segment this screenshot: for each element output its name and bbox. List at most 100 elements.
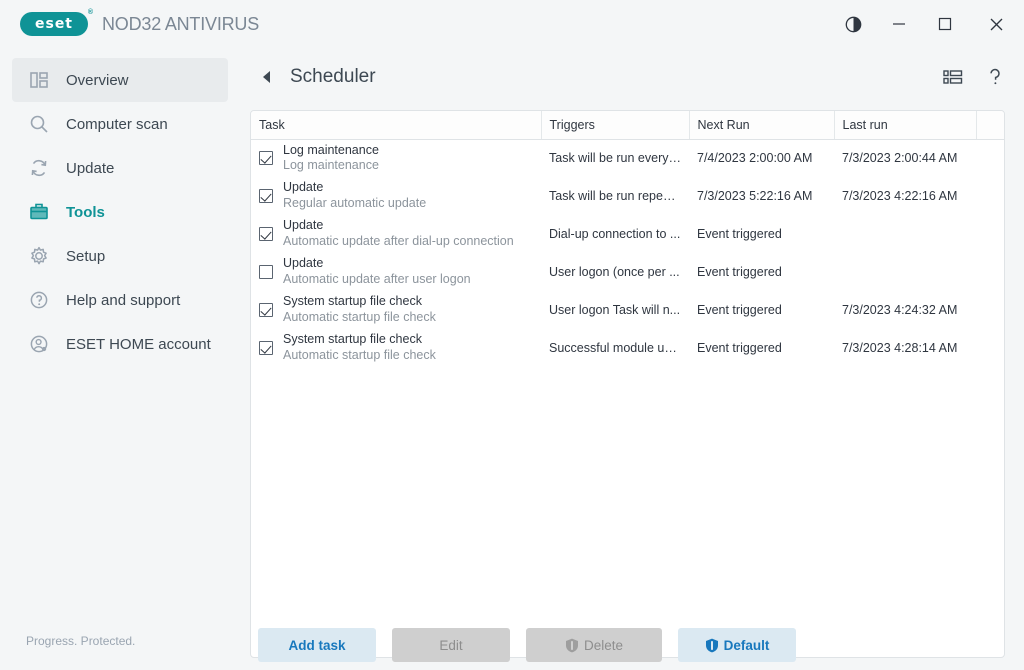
content-header: Scheduler [240, 48, 1024, 106]
last-run-cell [834, 253, 976, 291]
default-button[interactable]: Default [678, 628, 796, 662]
scheduler-table: Task Triggers Next Run Last run Log main… [250, 110, 1005, 658]
sidebar: Overview Computer scan Update Tools Setu… [0, 48, 240, 670]
task-subtitle: Automatic update after user logon [283, 272, 471, 286]
sidebar-item-help-and-support[interactable]: Help and support [12, 278, 228, 322]
close-icon [990, 18, 1002, 30]
theme-toggle-button[interactable] [830, 0, 876, 48]
sidebar-item-label: Overview [66, 71, 129, 89]
task-cell[interactable]: System startup file check Automatic star… [251, 329, 541, 367]
trigger-cell: User logon (once per ... [549, 265, 680, 279]
default-label: Default [723, 637, 770, 653]
trigger-cell: Task will be run every ... [549, 151, 683, 166]
add-task-button[interactable]: Add task [258, 628, 376, 662]
task-enabled-checkbox[interactable] [259, 227, 273, 241]
minimize-button[interactable] [876, 0, 922, 48]
refresh-icon [26, 155, 52, 181]
task-enabled-checkbox[interactable] [259, 189, 273, 203]
task-enabled-checkbox[interactable] [259, 341, 273, 355]
task-cell[interactable]: Update Regular automatic update [251, 177, 541, 215]
content-area: Scheduler Task Triggers Next Run Last ru… [240, 48, 1024, 670]
layout-list-icon[interactable] [942, 66, 964, 88]
maximize-icon [938, 17, 952, 31]
maximize-button[interactable] [922, 0, 968, 48]
next-run-cell: Event triggered [697, 265, 782, 279]
close-button[interactable] [968, 0, 1024, 48]
table-body: Log maintenance Log maintenance Task wil… [251, 139, 1004, 367]
sidebar-item-label: Update [66, 159, 115, 177]
task-enabled-checkbox[interactable] [259, 265, 273, 279]
sidebar-item-computer-scan[interactable]: Computer scan [12, 102, 228, 146]
back-arrow-icon[interactable] [258, 68, 276, 86]
table-row[interactable]: Update Automatic update after dial-up co… [251, 215, 1004, 253]
table-row[interactable]: System startup file check Automatic star… [251, 291, 1004, 329]
task-subtitle: Automatic startup file check [283, 348, 436, 362]
extra-cell [976, 139, 1004, 177]
sidebar-item-setup[interactable]: Setup [12, 234, 228, 278]
sidebar-item-label: Tools [66, 203, 105, 221]
next-run-cell: 7/3/2023 5:22:16 AM [697, 189, 813, 203]
column-header-last-run[interactable]: Last run [834, 111, 977, 140]
last-run-cell: 7/3/2023 2:00:44 AM [842, 151, 958, 166]
add-task-label: Add task [288, 637, 346, 653]
task-title: Update [283, 218, 324, 233]
sidebar-item-tools[interactable]: Tools [12, 190, 228, 234]
delete-label: Delete [583, 637, 624, 653]
task-cell[interactable]: Log maintenance Log maintenance [251, 139, 541, 177]
table-row[interactable]: Update Automatic update after user logon… [251, 253, 1004, 291]
column-header-next-run[interactable]: Next Run [689, 111, 835, 140]
task-cell[interactable]: System startup file check Automatic star… [251, 291, 541, 329]
last-run-cell: 7/3/2023 4:28:14 AM [842, 341, 958, 355]
extra-cell [976, 291, 1004, 329]
sidebar-item-label: Setup [66, 247, 106, 265]
sidebar-item-overview[interactable]: Overview [12, 58, 228, 102]
table-row[interactable]: System startup file check Automatic star… [251, 329, 1004, 367]
column-header-triggers[interactable]: Triggers [541, 111, 690, 140]
shield-icon [705, 638, 718, 652]
trigger-cell: Task will be run repeat... [549, 189, 684, 203]
extra-cell [976, 329, 1004, 367]
sidebar-item-label: Computer scan [66, 115, 168, 133]
minimize-icon [893, 23, 905, 25]
user-icon [26, 331, 52, 357]
delete-button[interactable]: Delete [526, 628, 662, 662]
sidebar-item-eset-home-account[interactable]: ESET HOME account [12, 322, 228, 366]
task-title: Log maintenance [283, 142, 379, 157]
registered-mark: ® [87, 9, 93, 16]
search-icon [26, 111, 52, 137]
toolbox-icon [26, 199, 52, 225]
trigger-cell: Dial-up connection to ... [549, 227, 681, 241]
eset-logo-text: eset [34, 16, 73, 32]
table-header-row: Task Triggers Next Run Last run [251, 111, 1004, 140]
task-enabled-checkbox[interactable] [259, 151, 273, 166]
window-controls [830, 0, 1024, 48]
contrast-icon [845, 16, 861, 32]
task-title: System startup file check [283, 294, 422, 309]
task-subtitle: Automatic update after dial-up connectio… [283, 234, 514, 248]
footer-button-bar: Add task Edit Delete Default [240, 628, 1024, 662]
title-bar: eset ® NOD32 ANTIVIRUS [0, 0, 1024, 48]
edit-button[interactable]: Edit [392, 628, 510, 662]
dashboard-icon [26, 67, 52, 93]
sidebar-item-label: ESET HOME account [66, 335, 211, 353]
question-icon [26, 287, 52, 313]
task-cell[interactable]: Update Automatic update after user logon [251, 253, 541, 291]
table-row[interactable]: Update Regular automatic update Task wil… [251, 177, 1004, 215]
shield-icon [565, 638, 578, 652]
column-header-task[interactable]: Task [251, 111, 542, 140]
task-enabled-checkbox[interactable] [259, 303, 273, 317]
last-run-cell: 7/3/2023 4:22:16 AM [842, 189, 958, 203]
table-row[interactable]: Log maintenance Log maintenance Task wil… [251, 139, 1004, 177]
task-title: System startup file check [283, 332, 422, 347]
header-tools [942, 48, 1006, 106]
next-run-cell: Event triggered [697, 227, 782, 241]
column-header-extra[interactable] [976, 111, 1004, 140]
task-subtitle: Automatic startup file check [283, 310, 436, 324]
product-name: NOD32 ANTIVIRUS [102, 13, 260, 34]
sidebar-item-update[interactable]: Update [12, 146, 228, 190]
task-cell[interactable]: Update Automatic update after dial-up co… [251, 215, 541, 253]
help-icon[interactable] [984, 66, 1006, 88]
extra-cell [976, 177, 1004, 215]
last-run-cell: 7/3/2023 4:24:32 AM [842, 303, 958, 317]
next-run-cell: Event triggered [697, 341, 782, 355]
